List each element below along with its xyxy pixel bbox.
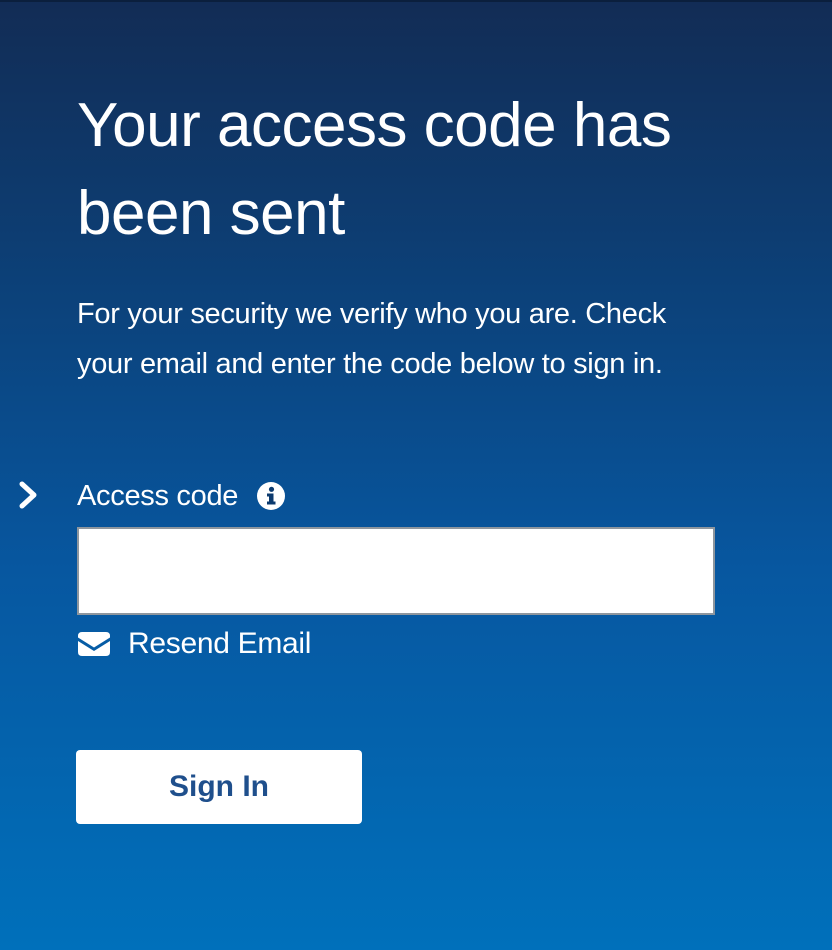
page-title: Your access code has been sent	[77, 91, 672, 248]
sign-in-button[interactable]: Sign In	[76, 750, 362, 824]
access-code-label: Access code	[77, 479, 239, 512]
resend-email-link[interactable]: Resend Email	[77, 622, 311, 666]
top-border	[0, 0, 832, 2]
info-icon[interactable]	[256, 481, 286, 511]
envelope-icon	[78, 632, 110, 656]
access-code-input[interactable]	[77, 527, 715, 615]
chevron-right-icon	[19, 481, 37, 509]
instructions-text: For your security we verify who you are.…	[77, 298, 666, 380]
access-code-label-row: Access code	[77, 474, 286, 518]
resend-email-label: Resend Email	[128, 627, 312, 660]
